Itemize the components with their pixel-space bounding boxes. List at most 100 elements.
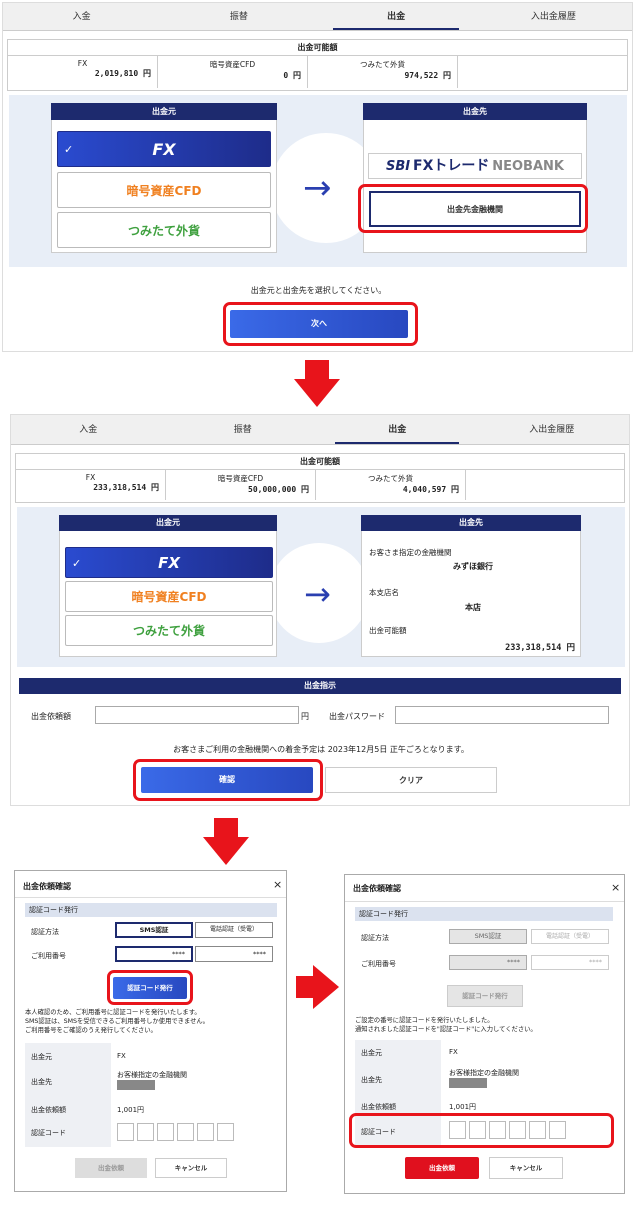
method-label: 認証方法 bbox=[31, 928, 59, 936]
arrow-down-head bbox=[294, 379, 340, 407]
issue-code-button: 認証コード発行 bbox=[447, 985, 523, 1007]
tab-label: 振替 bbox=[233, 425, 252, 435]
tab-deposit[interactable]: 入金 bbox=[11, 415, 166, 444]
source-label: 出金元 bbox=[361, 1049, 382, 1057]
confirm-dialog-issue: 出金依頼確認 × 認証コード発行 認証方法 SMS認証 電話認証（受電） ご利用… bbox=[14, 870, 287, 1192]
sms-method-button: SMS認証 bbox=[449, 929, 527, 944]
masked-number: **** bbox=[172, 950, 185, 958]
arrow-down-icon bbox=[214, 818, 238, 838]
cancel-button[interactable]: キャンセル bbox=[155, 1158, 227, 1178]
phone-method-button: 電話認証（受電） bbox=[531, 929, 609, 944]
tab-history[interactable]: 入出金履歴 bbox=[475, 415, 630, 444]
logo-text: FXトレード bbox=[413, 158, 490, 174]
dest-branch-label: 本支店名 bbox=[369, 588, 399, 597]
destination-label: 出金先 bbox=[31, 1078, 52, 1086]
label: 暗号資産CFD bbox=[217, 474, 264, 483]
phone-method-button[interactable]: 電話認証（受電） bbox=[195, 922, 273, 938]
dialog-title: 出金依頼確認 bbox=[23, 882, 71, 891]
number-option-1[interactable]: **** bbox=[115, 946, 193, 962]
request-button[interactable]: 出金依頼 bbox=[75, 1158, 147, 1178]
section-header: 認証コード発行 bbox=[355, 907, 613, 921]
masked-number: **** bbox=[253, 950, 266, 958]
destination-header: 出金先 bbox=[363, 103, 587, 120]
arrow-right-icon: → bbox=[304, 575, 331, 613]
password-input[interactable] bbox=[395, 706, 609, 724]
value: 0 円 bbox=[283, 71, 301, 80]
highlight-frame bbox=[133, 759, 323, 801]
code-digit-6[interactable] bbox=[217, 1123, 234, 1141]
tab-history[interactable]: 入出金履歴 bbox=[475, 3, 632, 30]
tab-bar: 入金 振替 出金 入出金履歴 bbox=[11, 415, 629, 445]
available-tsumitate: つみたて外貨 974,522 円 bbox=[308, 56, 458, 88]
source-crypto-button[interactable]: 暗号資産CFD bbox=[65, 581, 273, 612]
cancel-button[interactable]: キャンセル bbox=[489, 1157, 563, 1179]
highlight-frame bbox=[223, 302, 418, 346]
available-fx: FX 2,019,810 円 bbox=[8, 56, 158, 88]
code-digit-5[interactable] bbox=[197, 1123, 214, 1141]
tab-withdraw[interactable]: 出金 bbox=[318, 3, 475, 30]
info-text: ご設定の番号に認証コードを発行いたしました。 通知されました認証コードを"認証コ… bbox=[355, 1017, 537, 1033]
available-block: 出金可能額 FX 233,318,514 円 暗号資産CFD 50,000,000 … bbox=[15, 453, 625, 503]
value: 974,522 円 bbox=[404, 71, 451, 80]
source-fx-button[interactable]: ✓ FX bbox=[57, 131, 271, 167]
confirm-dialog-entry: 出金依頼確認 × 認証コード発行 認証方法 SMS認証 電話認証（受電） ご利用… bbox=[344, 874, 625, 1194]
section-header: 認証コード発行 bbox=[25, 903, 277, 917]
tab-deposit[interactable]: 入金 bbox=[3, 3, 160, 30]
amount-input[interactable] bbox=[95, 706, 299, 724]
clear-button[interactable]: クリア bbox=[325, 767, 497, 793]
dialog-title: 出金依頼確認 bbox=[353, 884, 401, 893]
available-title: 出金可能額 bbox=[16, 454, 624, 470]
code-digit-2[interactable] bbox=[137, 1123, 154, 1141]
screen2-panel: 入金 振替 出金 入出金履歴 出金可能額 FX 233,318,514 円 暗号資… bbox=[10, 414, 630, 806]
option-label: FX bbox=[158, 554, 180, 572]
value: 2,019,810 円 bbox=[94, 69, 151, 78]
available-fx: FX 233,318,514 円 bbox=[16, 470, 166, 500]
dest-available-label: 出金可能額 bbox=[369, 626, 407, 635]
source-tsumitate-button[interactable]: つみたて外貨 bbox=[65, 615, 273, 646]
number-option-2[interactable]: **** bbox=[195, 946, 273, 962]
amount-unit: 円 bbox=[301, 712, 309, 721]
tab-label: 振替 bbox=[229, 12, 248, 22]
destination-value: お客様指定の金融機関 bbox=[117, 1071, 187, 1079]
password-label: 出金パスワード bbox=[329, 712, 385, 721]
amount-label: 出金依頼額 bbox=[31, 1106, 66, 1114]
source-value: FX bbox=[449, 1048, 458, 1056]
label: 暗号資産CFD bbox=[209, 60, 256, 69]
arrow-right-head bbox=[313, 965, 339, 1009]
number-option-1: **** bbox=[449, 955, 527, 970]
code-digit-1[interactable] bbox=[117, 1123, 134, 1141]
masked-bank bbox=[117, 1080, 155, 1090]
sms-method-button[interactable]: SMS認証 bbox=[115, 922, 193, 938]
source-fx-button[interactable]: ✓ FX bbox=[65, 547, 273, 578]
code-label: 認証コード bbox=[31, 1129, 66, 1137]
code-digit-4[interactable] bbox=[177, 1123, 194, 1141]
destination-header: 出金先 bbox=[361, 515, 581, 531]
arrow-right-icon: → bbox=[303, 168, 332, 208]
tab-transfer[interactable]: 振替 bbox=[166, 415, 321, 444]
masked-bank bbox=[449, 1078, 487, 1088]
dest-bank-value: みずほ銀行 bbox=[453, 562, 493, 571]
amount-value: 1,001円 bbox=[117, 1106, 145, 1114]
source-crypto-button[interactable]: 暗号資産CFD bbox=[57, 172, 271, 208]
tab-withdraw[interactable]: 出金 bbox=[320, 415, 475, 444]
value: 233,318,514 円 bbox=[93, 483, 159, 492]
tab-label: 入出金履歴 bbox=[530, 12, 576, 22]
value: 50,000,000 円 bbox=[248, 485, 309, 494]
dest-available-value: 233,318,514 円 bbox=[505, 643, 575, 653]
masked-number: **** bbox=[507, 958, 520, 966]
request-button[interactable]: 出金依頼 bbox=[405, 1157, 479, 1179]
close-icon[interactable]: × bbox=[273, 878, 282, 891]
bank-logo: SBI FXトレード NEOBANK bbox=[368, 153, 582, 179]
option-label: FX bbox=[152, 140, 176, 159]
label: つみたて外貨 bbox=[360, 60, 405, 69]
arrow-down-head bbox=[203, 837, 249, 865]
arrow-right-icon bbox=[296, 976, 314, 998]
label: つみたて外貨 bbox=[368, 474, 413, 483]
available-block: 出金可能額 FX 2,019,810 円 暗号資産CFD 0 円 つみたて外貨 974… bbox=[7, 39, 628, 91]
tab-transfer[interactable]: 振替 bbox=[160, 3, 317, 30]
code-digit-3[interactable] bbox=[157, 1123, 174, 1141]
close-icon[interactable]: × bbox=[611, 881, 620, 894]
info-text: 本人確認のため、ご利用番号に認証コードを発行いたします。 SMS認証は、SMSを… bbox=[25, 1009, 209, 1034]
available-title: 出金可能額 bbox=[8, 40, 627, 56]
source-tsumitate-button[interactable]: つみたて外貨 bbox=[57, 212, 271, 248]
